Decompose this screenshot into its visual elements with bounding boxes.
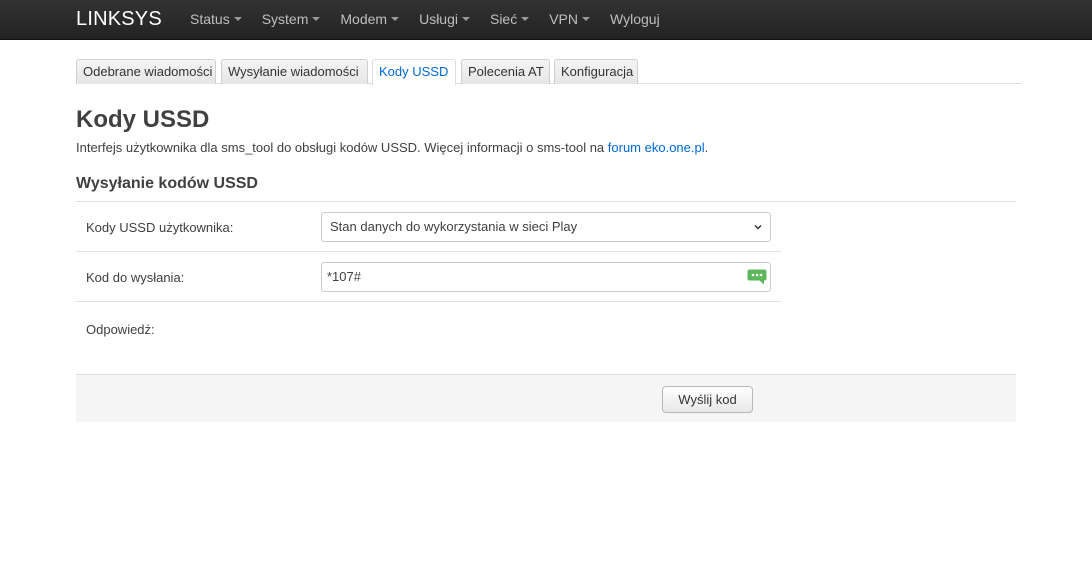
menu-system-label: System	[261, 11, 309, 27]
tab-send-messages[interactable]: Wysyłanie wiadomości	[221, 59, 368, 84]
description-text: Interfejs użytkownika dla sms_tool do ob…	[76, 140, 608, 155]
menu-modem[interactable]: Modem	[330, 0, 409, 40]
row-divider	[76, 301, 781, 302]
caret-down-icon	[312, 17, 321, 22]
row-divider	[76, 251, 781, 252]
menu-services-label: Usługi	[419, 11, 458, 27]
menu-status[interactable]: Status	[180, 0, 252, 40]
page-description: Interfejs użytkownika dla sms_tool do ob…	[76, 140, 708, 155]
user-codes-selected: Stan danych do wykorzystania w sieci Pla…	[330, 219, 578, 234]
section-title: Wysyłanie kodów USSD	[76, 175, 258, 192]
menu-services[interactable]: Usługi	[409, 0, 480, 40]
caret-down-icon	[754, 224, 762, 230]
section-divider	[76, 201, 1016, 202]
caret-down-icon	[461, 17, 470, 22]
send-code-button[interactable]: Wyślij kod	[662, 386, 753, 413]
tab-received-messages[interactable]: Odebrane wiadomości	[76, 59, 216, 84]
tab-ussd-codes[interactable]: Kody USSD	[372, 59, 456, 85]
menu-status-label: Status	[190, 11, 230, 27]
tab-bar: Odebrane wiadomości Wysyłanie wiadomości…	[76, 59, 1021, 85]
caret-down-icon	[233, 17, 242, 22]
caret-down-icon	[391, 17, 400, 22]
menu-vpn-label: VPN	[549, 11, 579, 27]
chat-bubble-icon[interactable]	[747, 269, 767, 285]
menu-network[interactable]: Sieć	[480, 0, 539, 40]
menu-system[interactable]: System	[252, 0, 331, 40]
code-value: *107#	[327, 269, 361, 284]
tab-configuration[interactable]: Konfiguracja	[554, 59, 638, 84]
user-codes-label: Kody USSD użytkownika:	[86, 220, 234, 235]
user-codes-select[interactable]: Stan danych do wykorzystania w sieci Pla…	[321, 212, 771, 242]
description-end: .	[704, 140, 709, 155]
menu-network-label: Sieć	[489, 11, 518, 27]
brand-logo[interactable]: LINKSYS	[76, 0, 162, 40]
top-navbar: LINKSYS Status System Modem Usługi Sieć …	[0, 0, 1092, 40]
forum-link[interactable]: forum eko.one.pl	[608, 140, 705, 155]
code-input[interactable]: *107#	[321, 262, 771, 292]
page-title: Kody USSD	[76, 106, 210, 133]
caret-down-icon	[582, 17, 591, 22]
menu-vpn[interactable]: VPN	[539, 0, 600, 40]
menu-modem-label: Modem	[340, 11, 388, 27]
form-actions: Wyślij kod	[76, 374, 1016, 422]
caret-down-icon	[521, 17, 530, 22]
response-label: Odpowiedź:	[86, 322, 155, 337]
code-label: Kod do wysłania:	[86, 270, 185, 285]
main-menu: Status System Modem Usługi Sieć VPN Wylo…	[180, 0, 670, 40]
menu-logout[interactable]: Wyloguj	[600, 0, 670, 40]
tab-at-commands[interactable]: Polecenia AT	[461, 59, 550, 84]
